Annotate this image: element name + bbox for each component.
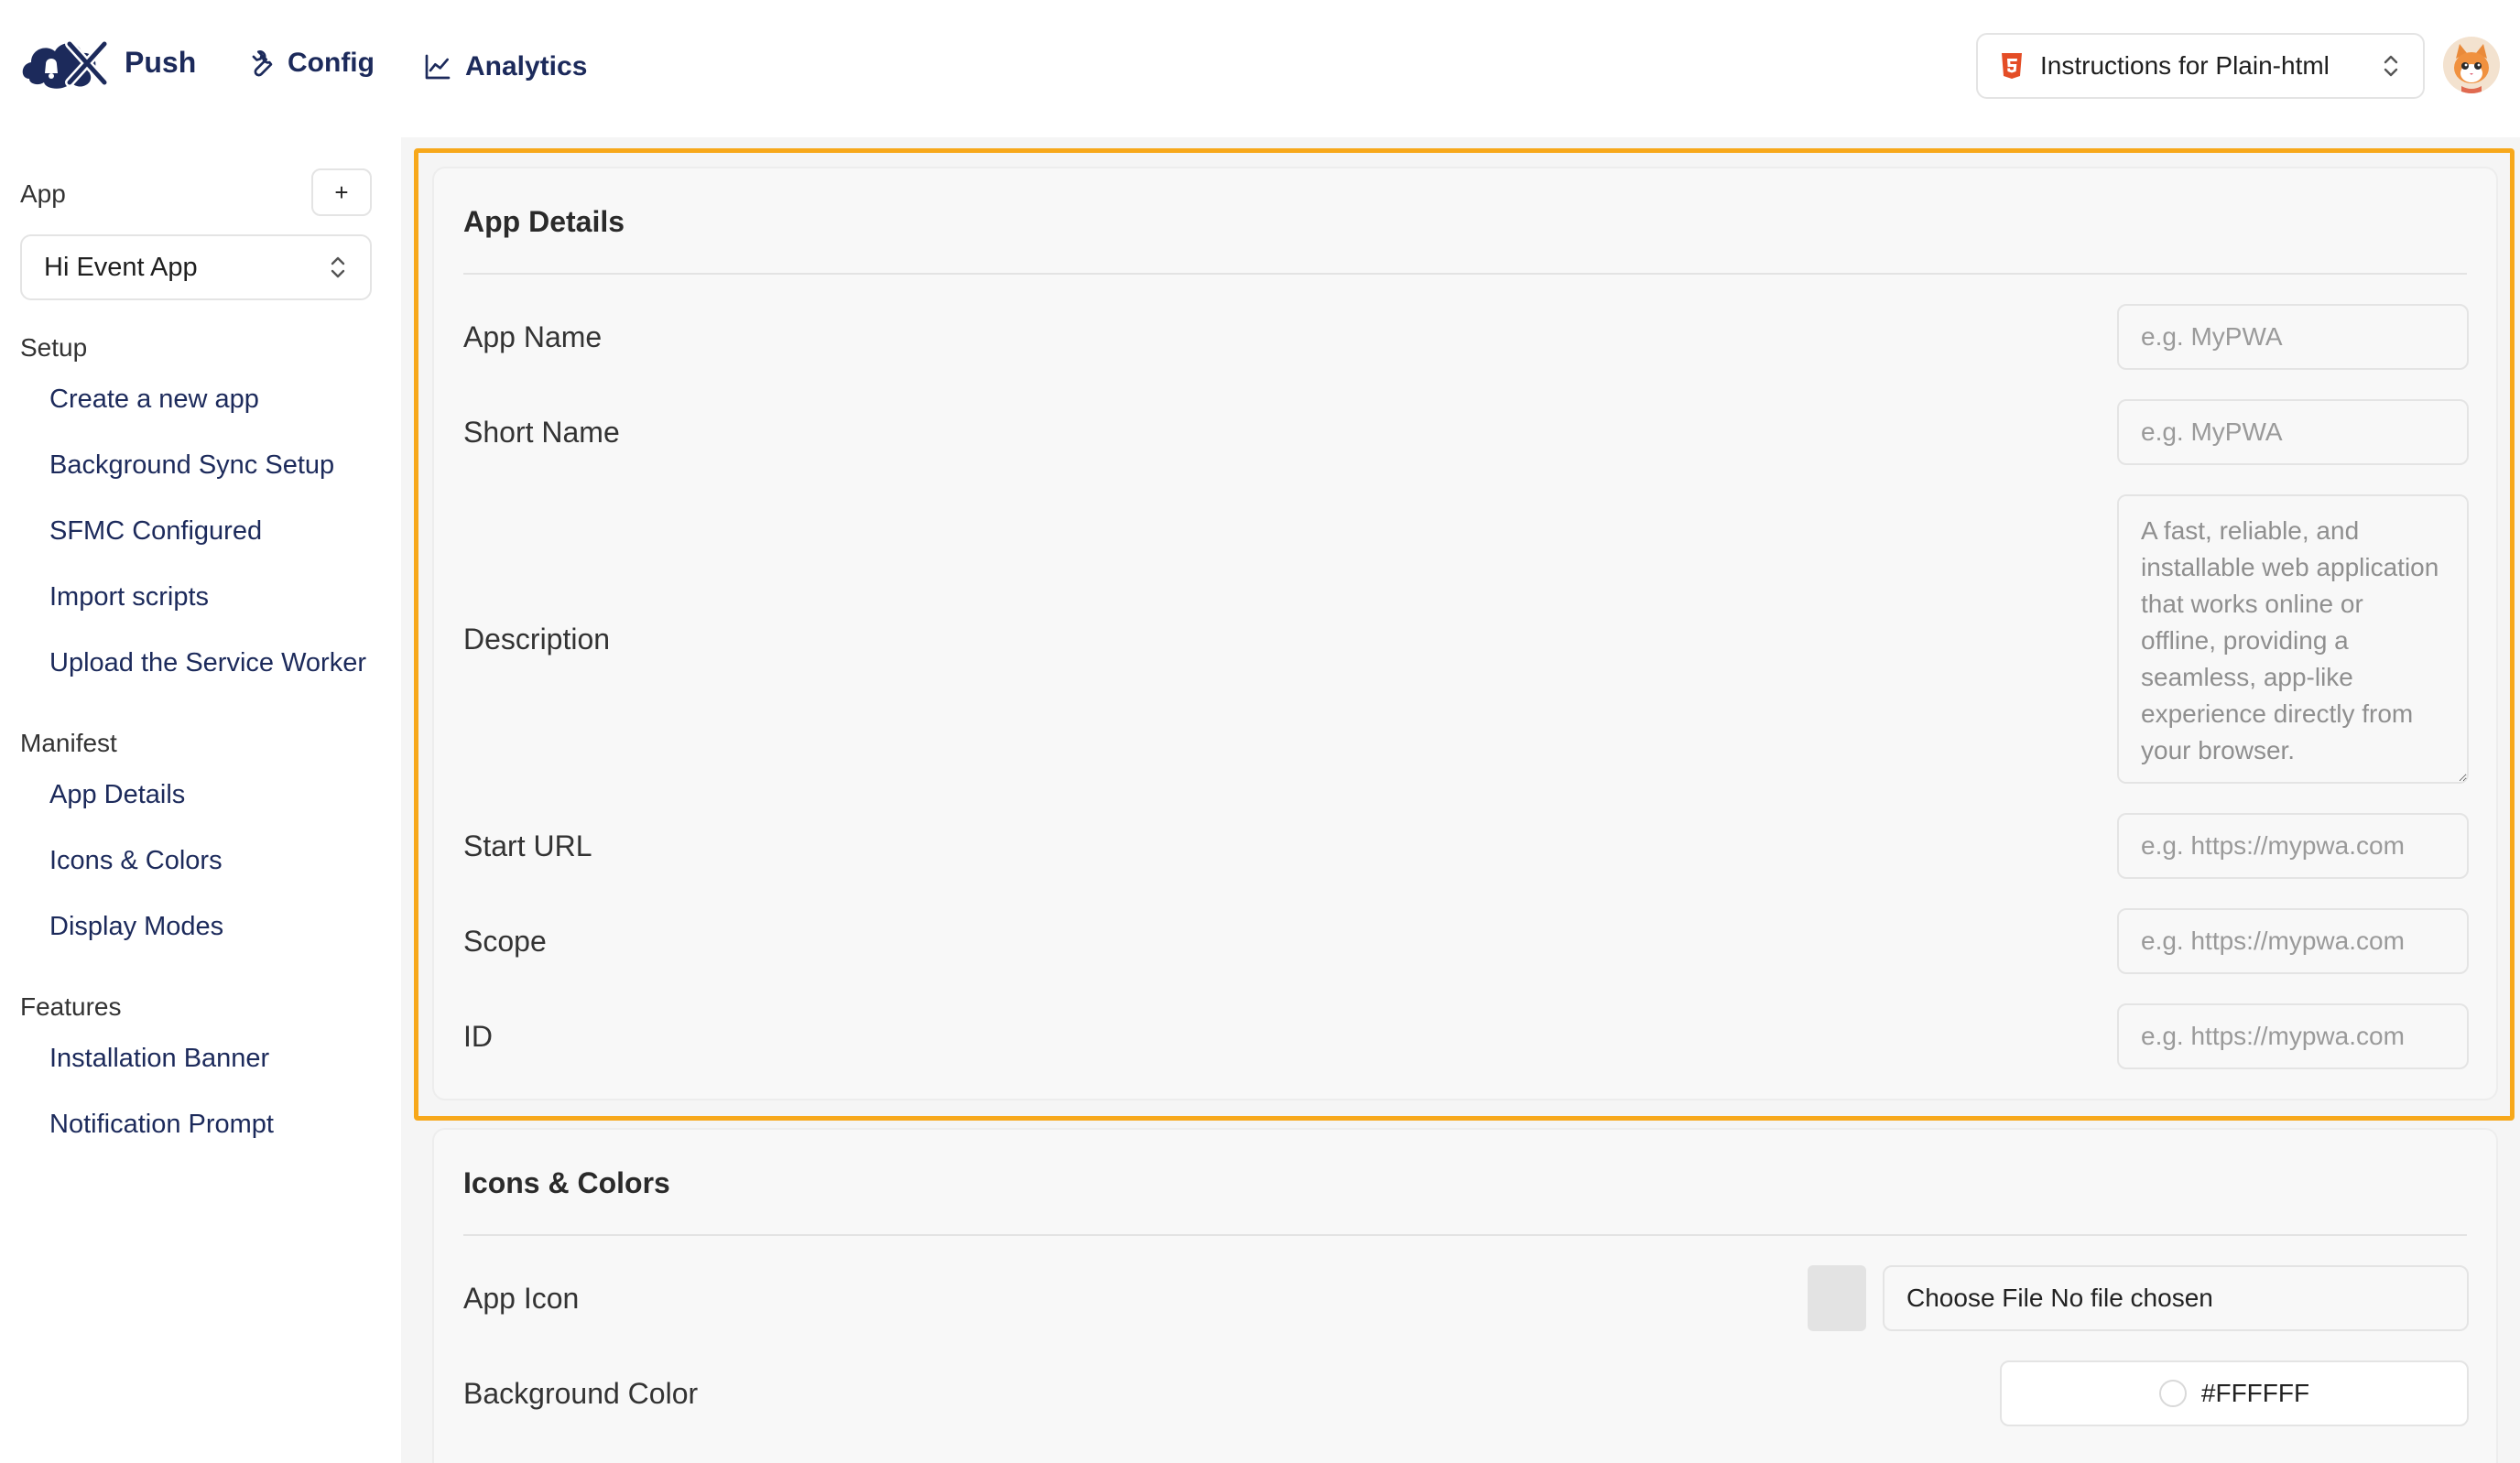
sidebar-item-sfmc[interactable]: SFMC Configured xyxy=(49,516,262,547)
sidebar-features-heading: Features xyxy=(20,992,122,1021)
sidebar-app-heading: App xyxy=(20,179,66,208)
background-color-value: #FFFFFF xyxy=(2200,1379,2310,1407)
top-bar: Push Config Analytics Instructions for P… xyxy=(0,0,2520,137)
sidebar-manifest-heading: Manifest xyxy=(20,729,117,757)
sidebar: App + Hi Event App Setup Create a new ap… xyxy=(0,137,401,1463)
app-icon-preview xyxy=(1808,1265,1866,1331)
sidebar-item-import-scripts[interactable]: Import scripts xyxy=(49,582,209,612)
color-swatch[interactable] xyxy=(2158,1380,2187,1407)
sidebar-item-background-sync[interactable]: Background Sync Setup xyxy=(49,450,334,481)
sidebar-item-icons-colors[interactable]: Icons & Colors xyxy=(49,846,223,876)
choose-file-button[interactable]: Choose File xyxy=(1906,1284,2043,1313)
push-logo-icon[interactable] xyxy=(18,31,112,97)
nav-analytics-label: Analytics xyxy=(465,51,588,81)
icons-colors-card: Icons & Colors App Icon Choose File No f… xyxy=(432,1128,2498,1463)
background-color-picker[interactable]: #FFFFFF xyxy=(2000,1360,2469,1426)
wrench-icon xyxy=(252,50,273,77)
html5-icon xyxy=(2002,53,2022,79)
card-divider xyxy=(463,1234,2467,1236)
section-highlight xyxy=(414,148,2515,1121)
chevron-up-down-icon xyxy=(2384,55,2398,77)
sidebar-item-notification-prompt[interactable]: Notification Prompt xyxy=(49,1110,274,1140)
sidebar-item-installation-banner[interactable]: Installation Banner xyxy=(49,1044,269,1074)
nav-analytics[interactable]: Analytics xyxy=(423,51,587,82)
app-select[interactable]: Hi Event App xyxy=(20,234,372,300)
file-status: No file chosen xyxy=(2050,1284,2213,1312)
sidebar-item-display-modes[interactable]: Display Modes xyxy=(49,912,223,942)
add-app-button[interactable]: + xyxy=(311,168,372,216)
cat-avatar-icon xyxy=(2443,37,2500,93)
background-color-label: Background Color xyxy=(463,1377,699,1410)
app-icon-file-input[interactable]: Choose File No file chosen xyxy=(1883,1265,2469,1331)
instructions-select-label: Instructions for Plain-html xyxy=(2040,51,2330,80)
nav-config-label: Config xyxy=(288,48,375,78)
brand-name[interactable]: Push xyxy=(125,46,196,80)
app-icon-label: App Icon xyxy=(463,1282,580,1315)
line-chart-icon xyxy=(425,54,451,80)
sidebar-setup-heading: Setup xyxy=(20,333,88,362)
user-avatar[interactable] xyxy=(2443,37,2500,93)
sidebar-item-create-app[interactable]: Create a new app xyxy=(49,385,259,415)
instructions-select[interactable]: Instructions for Plain-html xyxy=(1976,33,2425,99)
chevron-up-down-icon xyxy=(331,256,345,278)
sidebar-item-service-worker[interactable]: Upload the Service Worker xyxy=(49,648,366,678)
app-select-value: Hi Event App xyxy=(44,252,198,282)
icons-colors-title: Icons & Colors xyxy=(463,1166,670,1199)
sidebar-item-app-details[interactable]: App Details xyxy=(49,780,185,810)
nav-config[interactable]: Config xyxy=(245,48,375,79)
